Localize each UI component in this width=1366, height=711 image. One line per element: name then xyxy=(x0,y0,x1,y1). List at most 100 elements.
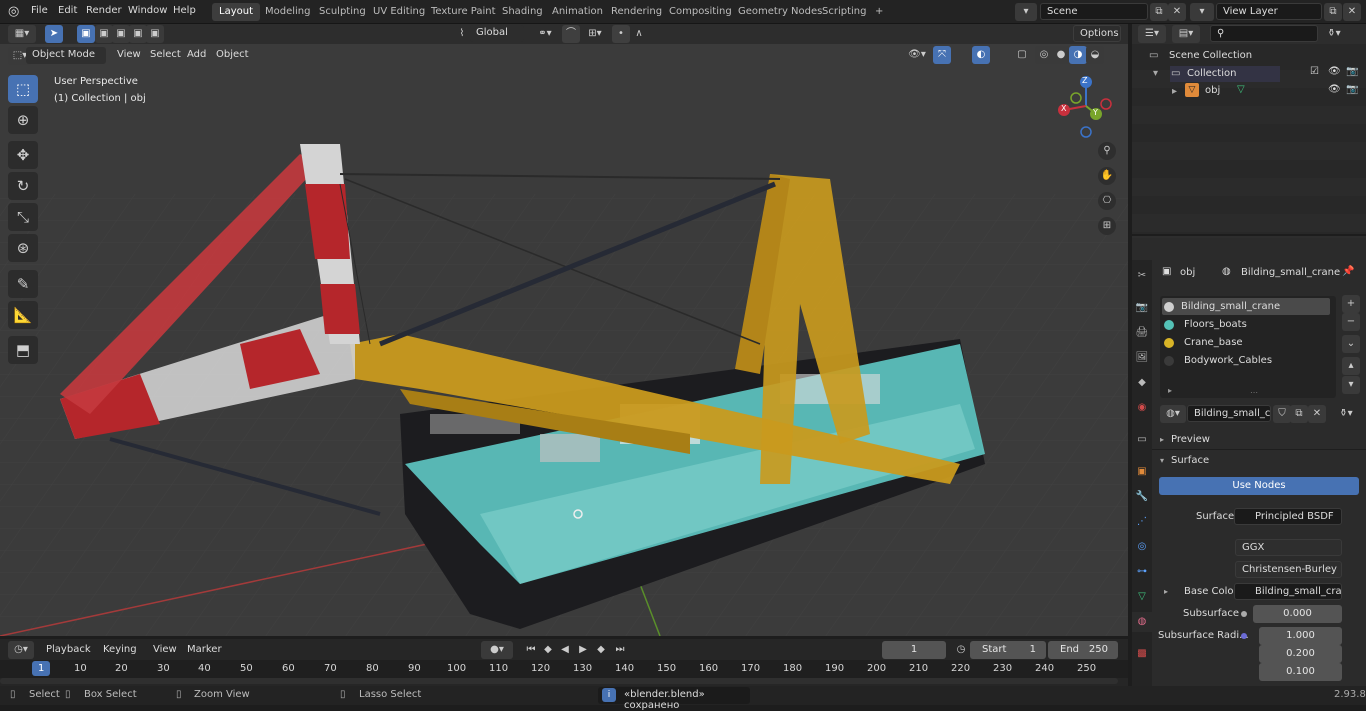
preview-panel-header[interactable]: Preview xyxy=(1171,434,1210,445)
tab-texture-paint[interactable]: Texture Paint xyxy=(424,3,503,21)
tool-annotate-icon[interactable]: ✎ xyxy=(8,270,38,298)
base-color-expand-icon[interactable]: ▸ xyxy=(1164,587,1168,596)
object-label[interactable]: obj xyxy=(1205,85,1220,96)
surface-panel-header[interactable]: Surface xyxy=(1171,455,1209,466)
select-tool-icon[interactable]: ➤ xyxy=(45,25,63,43)
menu-help[interactable]: Help xyxy=(173,5,196,16)
slot-item[interactable]: Bodywork_Cables xyxy=(1184,355,1272,366)
start-frame-field[interactable]: Start 1 xyxy=(970,641,1046,659)
remove-slot-icon[interactable]: − xyxy=(1342,313,1360,331)
select-intersect-icon[interactable]: ▣ xyxy=(146,25,164,43)
distribution-select[interactable]: GGX xyxy=(1235,539,1342,556)
radius-z-value[interactable]: 0.100 xyxy=(1259,663,1342,681)
snap-target-icon[interactable]: ⊞▾ xyxy=(582,25,608,43)
timeline-editor-type-icon[interactable]: ◷▾ xyxy=(8,641,34,659)
outliner-filter-icon[interactable]: ⚱▾ xyxy=(1320,25,1348,43)
view-layer-browse-icon[interactable]: ▾ xyxy=(1190,3,1214,21)
menu-window[interactable]: Window xyxy=(128,5,167,16)
gizmo-toggle-icon[interactable]: ⤧ xyxy=(933,46,951,64)
tab-layout[interactable]: Layout xyxy=(212,3,260,21)
material-link-icon[interactable]: ⚱▾ xyxy=(1333,405,1359,423)
select-new-icon[interactable]: ▣ xyxy=(77,25,95,43)
object-eye-icon[interactable]: 👁 xyxy=(1328,84,1341,95)
timeline-scrollbar[interactable] xyxy=(0,678,1118,684)
menu-playback[interactable]: Playback xyxy=(46,644,91,655)
slot-item[interactable]: Floors_boats xyxy=(1184,319,1247,330)
collection-eye-icon[interactable]: 👁 xyxy=(1328,66,1341,77)
menu-file[interactable]: File xyxy=(31,5,48,16)
tab-animation[interactable]: Animation xyxy=(545,3,610,21)
add-slot-icon[interactable]: + xyxy=(1342,295,1360,313)
add-workspace-button[interactable]: + xyxy=(868,3,890,21)
tab-rendering[interactable]: Rendering xyxy=(604,3,669,21)
use-nodes-button[interactable]: Use Nodes xyxy=(1159,477,1359,495)
select-extend-icon[interactable]: ▣ xyxy=(95,25,113,43)
slot-list-expand-icon[interactable]: ▸ xyxy=(1168,386,1172,395)
tool-rotate-icon[interactable]: ↻ xyxy=(8,172,38,200)
tab-shading[interactable]: Shading xyxy=(495,3,550,21)
subsurface-method-select[interactable]: Christensen-Burley xyxy=(1235,561,1342,578)
menu-add[interactable]: Add xyxy=(187,47,206,64)
scene-browse-icon[interactable]: ▾ xyxy=(1015,3,1037,21)
jump-start-icon[interactable]: ⏮ xyxy=(522,641,540,659)
move-slot-down-icon[interactable]: ▾ xyxy=(1342,376,1360,394)
obj-expand-icon[interactable]: ▸ xyxy=(1172,86,1177,97)
snap-icon[interactable]: ⌒ xyxy=(562,25,580,43)
base-color-field[interactable]: Bilding_small_crane... xyxy=(1234,583,1342,600)
play-icon[interactable]: ▶ xyxy=(574,641,592,659)
surface-shader-field[interactable]: Principled BSDF xyxy=(1234,508,1342,525)
options-button[interactable]: Options xyxy=(1073,25,1121,42)
editor-type-icon[interactable]: ▦▾ xyxy=(8,25,36,43)
tool-transform-icon[interactable]: ⊛ xyxy=(8,234,38,262)
tool-scale-icon[interactable]: ⤡ xyxy=(8,203,38,231)
object-tab-icon[interactable]: ▣ xyxy=(1135,465,1149,479)
pan-hand-icon[interactable]: ✋ xyxy=(1098,167,1116,185)
overlay-toggle-icon[interactable]: ◐ xyxy=(972,46,990,64)
scene-collection-label[interactable]: Scene Collection xyxy=(1169,50,1252,61)
menu-render[interactable]: Render xyxy=(86,5,122,16)
3d-viewport[interactable]: User Perspective (1) Collection | obj Z … xyxy=(0,44,1128,636)
tool-measure-icon[interactable]: 📐 xyxy=(8,301,38,329)
data-tab-icon[interactable]: ▽ xyxy=(1135,590,1149,604)
material-shading-icon[interactable]: ◑ xyxy=(1069,46,1087,64)
view-layer-field[interactable]: View Layer xyxy=(1216,3,1322,20)
pivot-icon[interactable]: ⚭▾ xyxy=(532,25,558,43)
tab-sculpting[interactable]: Sculpting xyxy=(312,3,373,21)
material-unlink-icon[interactable]: ✕ xyxy=(1308,405,1326,423)
material-tab-icon[interactable]: ◍ xyxy=(1135,615,1149,629)
tool-cursor-icon[interactable]: ⊕ xyxy=(8,106,38,134)
tool-add-cube-icon[interactable]: ⬒ xyxy=(8,336,38,364)
view-layer-delete-icon[interactable]: ✕ xyxy=(1343,3,1361,21)
object-mode-select[interactable]: Object Mode xyxy=(26,47,106,64)
collection-tab-icon[interactable]: ▭ xyxy=(1135,433,1149,447)
transform-orientation-select[interactable]: Global xyxy=(470,25,524,42)
frame-ruler[interactable]: 1 10 20 30 40 50 60 70 80 90 100 110 120… xyxy=(0,660,1128,678)
material-browse-icon[interactable]: ◍▾ xyxy=(1160,405,1186,423)
slot-item[interactable]: Crane_base xyxy=(1184,337,1243,348)
visibility-icon[interactable]: 👁▾ xyxy=(905,46,929,64)
scene-field[interactable]: Scene xyxy=(1040,3,1148,20)
tool-move-icon[interactable]: ✥ xyxy=(8,141,38,169)
display-mode-icon[interactable]: ▤▾ xyxy=(1172,25,1200,43)
menu-keying[interactable]: Keying xyxy=(103,644,137,655)
falloff-icon[interactable]: ∧ xyxy=(630,25,648,43)
world-tab-icon[interactable]: ◉ xyxy=(1135,401,1149,415)
radius-y-value[interactable]: 0.200 xyxy=(1259,645,1342,663)
texture-tab-icon[interactable]: ▩ xyxy=(1135,647,1149,661)
scene-tab-icon[interactable]: ◆ xyxy=(1135,376,1149,390)
radius-x-value[interactable]: 1.000 xyxy=(1259,627,1342,645)
tab-uv-editing[interactable]: UV Editing xyxy=(366,3,432,21)
object-camera-icon[interactable]: 📷 xyxy=(1346,84,1358,95)
solid-shading-icon[interactable]: ● xyxy=(1052,46,1070,64)
collection-checkbox-icon[interactable]: ☑ xyxy=(1310,66,1319,77)
proportional-edit-icon[interactable]: • xyxy=(612,25,630,43)
output-tab-icon[interactable]: 🖨 xyxy=(1135,326,1149,340)
blender-logo-icon[interactable]: ◎ xyxy=(8,4,24,20)
collection-expand-icon[interactable]: ▾ xyxy=(1153,68,1158,79)
wireframe-shading-icon[interactable]: ◎ xyxy=(1035,46,1053,64)
play-reverse-icon[interactable]: ◀ xyxy=(556,641,574,659)
menu-view[interactable]: View xyxy=(117,47,141,64)
status-report[interactable]: i «blender.blend» сохранено xyxy=(598,687,750,711)
preview-range-icon[interactable]: ◷ xyxy=(952,641,970,659)
modifier-tab-icon[interactable]: 🔧 xyxy=(1135,490,1149,504)
